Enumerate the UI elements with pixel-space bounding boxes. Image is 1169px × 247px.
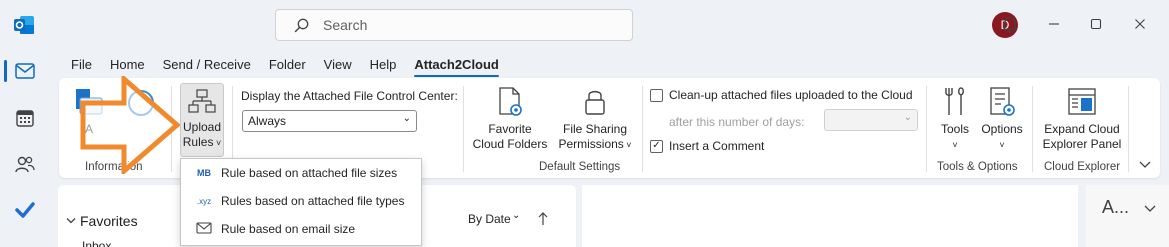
favorites-header[interactable]: Favorites [66,213,138,229]
chevron-down-icon: ˅ [623,140,632,150]
expand-label-1: Expand Cloud [1044,122,1120,136]
tools-label: Tools [940,122,969,136]
app-rail [0,0,50,247]
maximize-icon[interactable] [1086,14,1106,34]
sort-arrow-up-icon[interactable] [538,212,548,226]
cloud-explorer-pane: A... [1086,185,1169,247]
close-icon[interactable] [1130,14,1150,34]
menu-item-label: Rules based on attached file types [221,194,405,208]
divider [463,86,464,172]
chevron-down-icon[interactable]: ⌄ [512,210,520,221]
chevron-down-icon: ⌄ [402,113,411,124]
favorite-label-2: Cloud Folders [472,137,548,151]
checkbox-unchecked [650,88,663,102]
document-gear-icon [499,87,522,116]
active-indicator [4,60,7,82]
mb-icon: MB [197,168,211,178]
divider [926,86,927,172]
inbox-folder[interactable]: Inbox [82,239,111,247]
menu-item-label: Rule based on attached file sizes [221,166,398,180]
upload-rules-menu: MB Rule based on attached file sizes .xy… [180,158,422,246]
chevron-down-icon: ˅ [999,140,1005,150]
panel-icon [1068,88,1096,115]
ribbon-tabs: File Home Send / Receive Folder View Hel… [62,56,508,77]
chevron-down-icon: ˅ [952,140,958,150]
divider [1128,86,1129,172]
envelope-icon [193,222,215,236]
search-placeholder: Search [323,17,368,33]
menu-item-label: Rule based on email size [221,222,356,236]
expand-cloud-explorer-button[interactable]: Expand Cloud Explorer Panel [1039,86,1125,152]
chevron-down-icon[interactable] [1144,205,1156,213]
checkmark-icon: ✓ [650,139,663,153]
insert-comment-label: Insert a Comment [669,139,765,153]
group-label-tools-options: Tools & Options [937,161,1018,173]
divider [642,86,643,172]
options-label: Options [981,122,1023,136]
days-label: after this number of days: [669,115,805,129]
tab-attach2cloud[interactable]: Attach2Cloud [405,56,508,77]
sharing-label-2: Permissions [558,137,624,151]
group-label-default-settings: Default Settings [539,161,621,173]
mail-icon[interactable] [12,58,38,84]
search-icon [294,18,309,32]
tools-button[interactable]: Tools ˅ [933,86,977,153]
sharing-label-1: File Sharing [562,122,628,136]
display-control-center-label: Display the Attached File Control Center… [241,89,458,103]
chevron-down-icon: ˅ [213,138,222,148]
expand-label-2: Explorer Panel [1042,137,1122,151]
upload-rules-button[interactable]: Upload Rules ˅ [180,83,224,157]
todo-check-icon[interactable] [12,197,38,223]
minimize-icon[interactable] [1044,14,1064,34]
menu-item-file-types[interactable]: .xyz Rules based on attached file types [181,187,421,215]
annotation-arrow-icon [80,76,180,174]
chevron-down-icon: ⌄ [903,112,912,123]
favorites-label: Favorites [80,213,138,229]
search-input[interactable]: Search [275,9,633,41]
tools-icon [945,87,964,115]
group-label-cloud-explorer: Cloud Explorer [1044,161,1121,173]
chevron-down-icon [66,218,76,224]
title-bar: Search D [50,0,1169,50]
outlook-logo-icon [14,16,34,34]
cloud-explorer-title: A... [1102,197,1130,217]
file-sharing-permissions-button[interactable]: File Sharing Permissions ˅ [553,86,637,153]
reading-pane [582,185,1078,247]
favorite-cloud-folders-button[interactable]: Favorite Cloud Folders [469,86,551,152]
collapse-ribbon-icon[interactable] [1139,158,1151,172]
lock-icon [585,90,605,115]
display-control-center-select[interactable]: Always ⌄ [242,110,417,132]
bell-icon[interactable] [1000,14,1020,34]
message-list-header: By Date ⌄ [428,200,554,247]
tab-view[interactable]: View [315,56,361,76]
options-list-gear-icon [990,87,1015,116]
options-button[interactable]: Options ˅ [979,86,1025,153]
divider [1032,86,1033,172]
insert-comment-checkbox[interactable]: ✓ Insert a Comment [650,139,764,153]
calendar-icon[interactable] [12,105,38,131]
tab-home[interactable]: Home [101,56,154,76]
cleanup-checkbox[interactable]: Clean-up attached files uploaded to the … [650,88,913,102]
favorite-label-1: Favorite [488,122,532,136]
people-icon[interactable] [12,151,38,177]
sort-by-date[interactable]: By Date [468,212,511,226]
upload-rules-label-2: Rules [182,135,214,149]
file-type-icon: .xyz [196,196,212,206]
tab-send-receive[interactable]: Send / Receive [154,56,260,76]
menu-item-email-size[interactable]: Rule based on email size [181,215,421,243]
cleanup-label: Clean-up attached files uploaded to the … [669,88,913,102]
hierarchy-icon [188,89,216,113]
display-control-center-value: Always [248,114,287,128]
upload-rules-label-1: Upload [182,120,222,134]
menu-item-file-sizes[interactable]: MB Rule based on attached file sizes [181,159,421,187]
tab-folder[interactable]: Folder [260,56,315,76]
days-select[interactable]: ⌄ [824,109,918,131]
tab-help[interactable]: Help [361,56,406,76]
tab-file[interactable]: File [62,56,101,76]
